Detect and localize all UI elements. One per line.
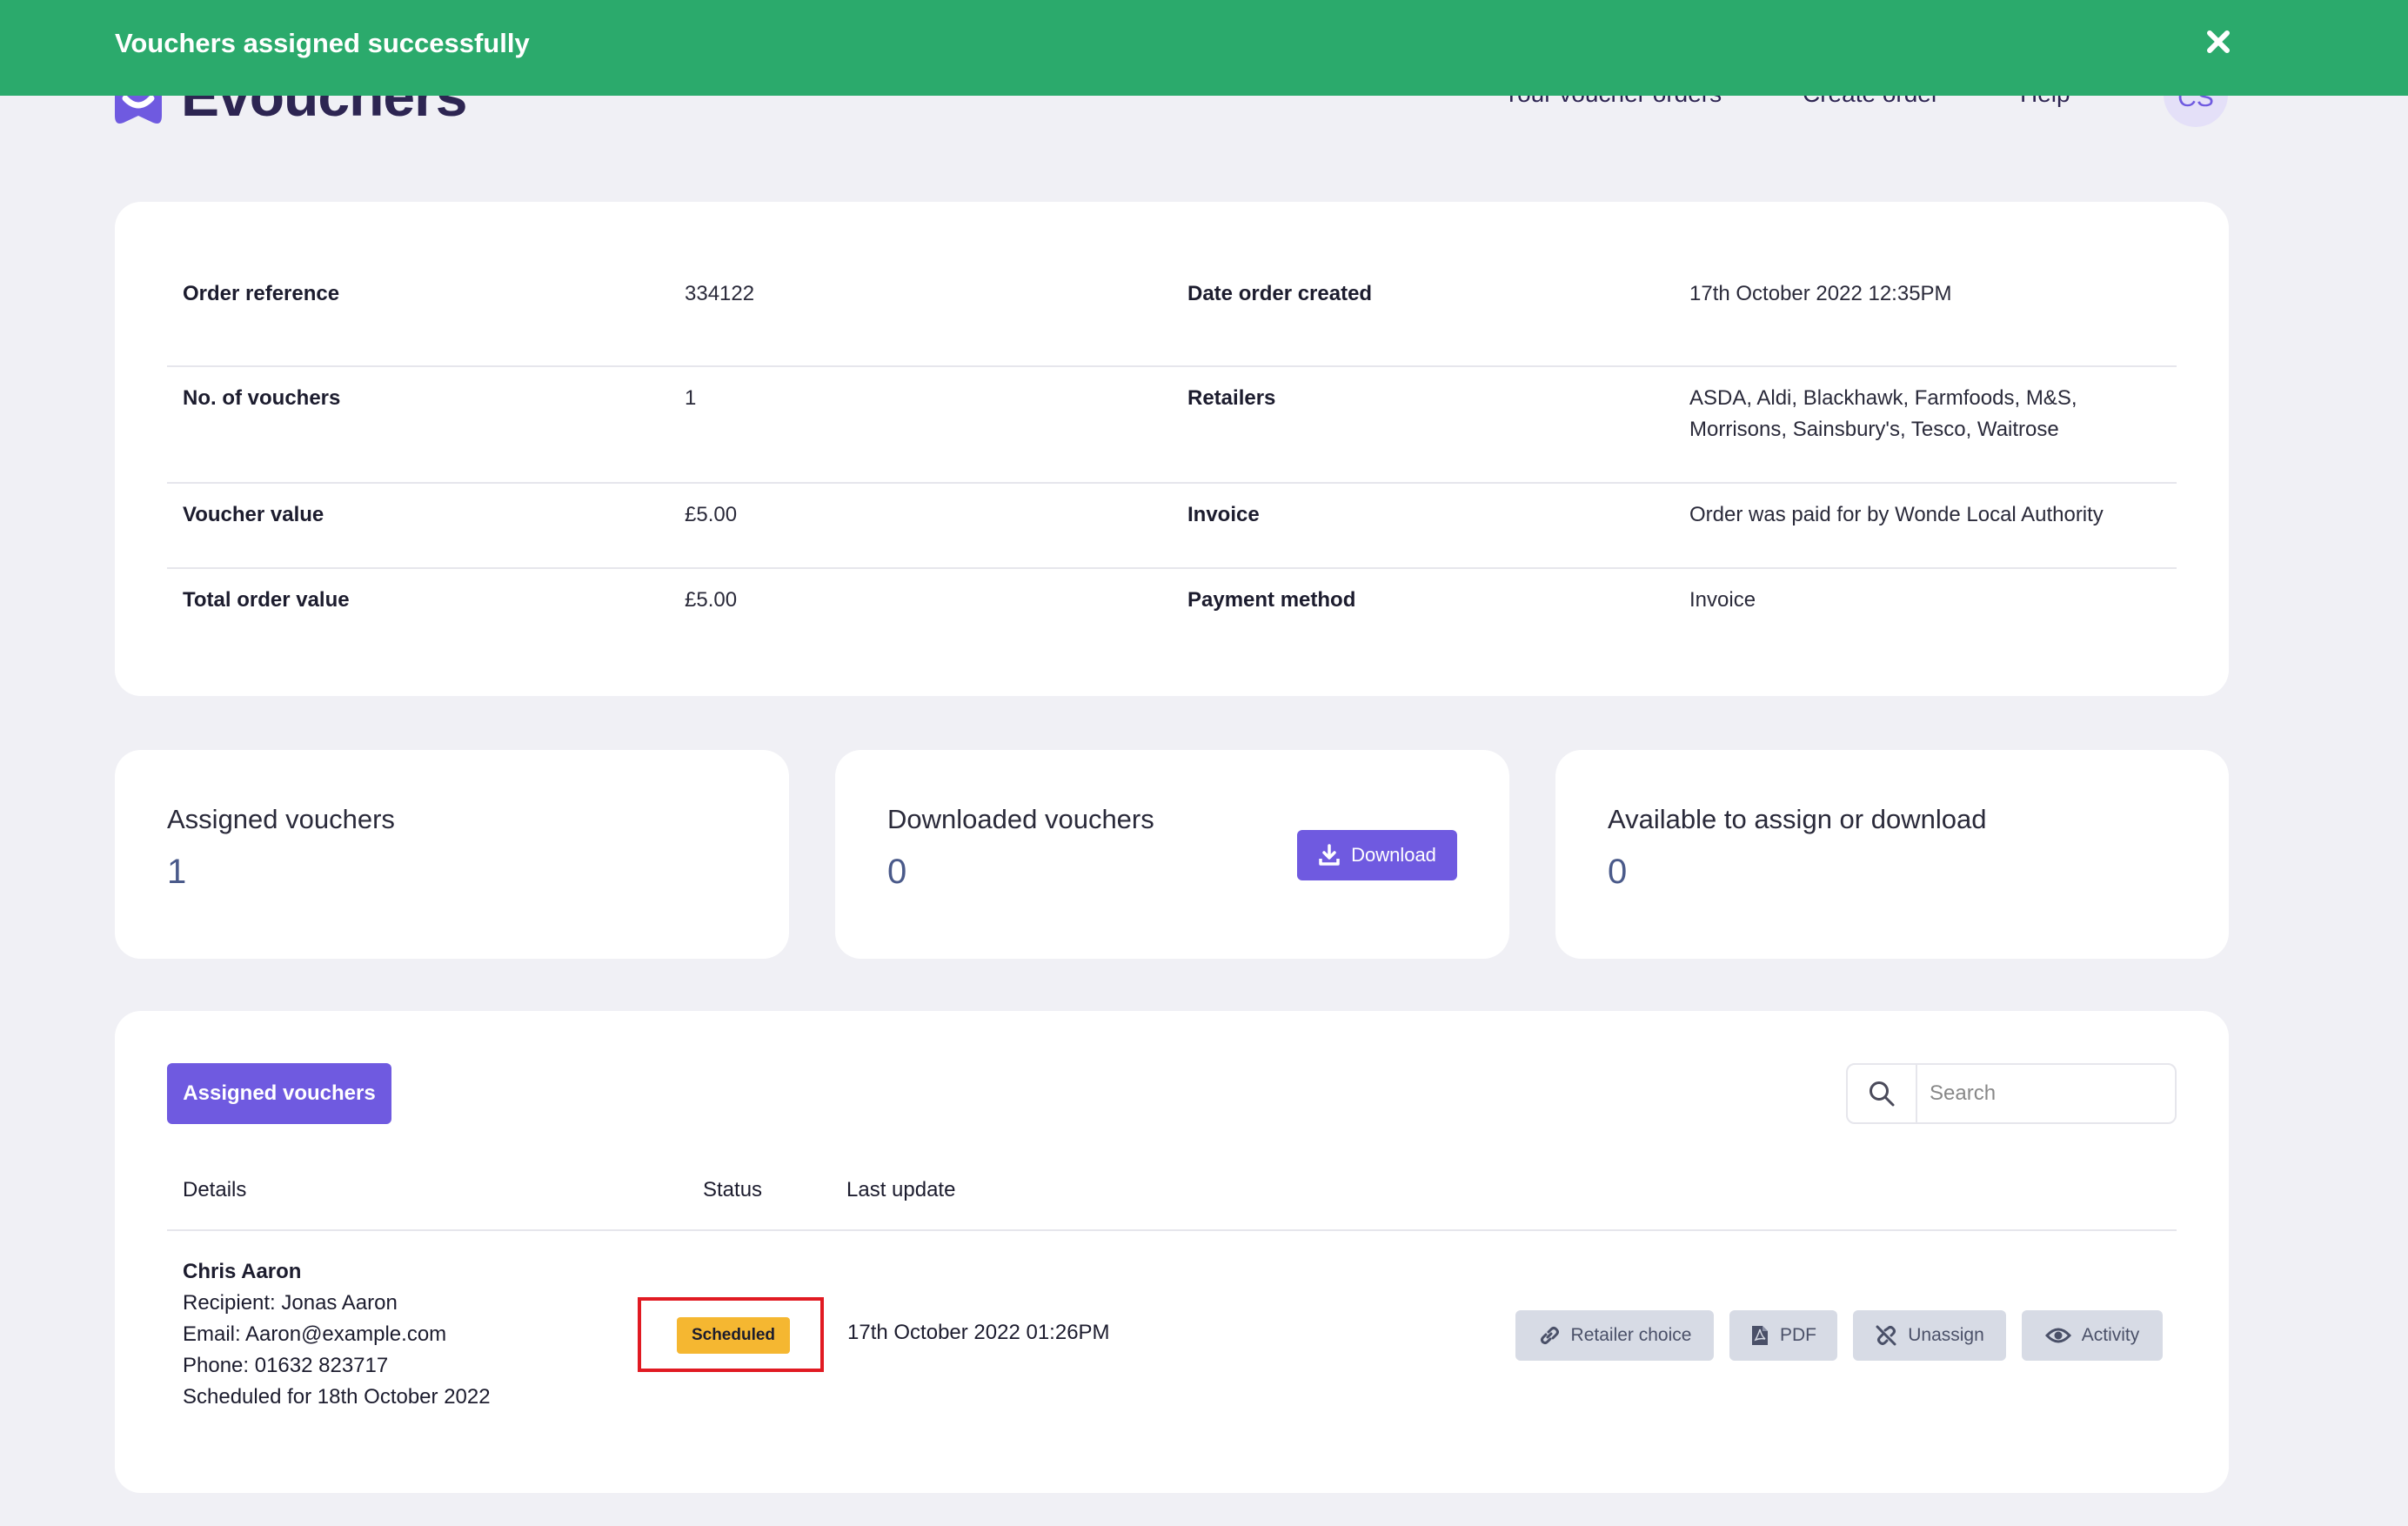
stat-title: Available to assign or download xyxy=(1608,804,1987,834)
available-vouchers-stat-card: Available to assign or download 0 xyxy=(1555,750,2229,959)
pdf-file-icon xyxy=(1752,1326,1768,1345)
retailers-label: Retailers xyxy=(1187,386,1276,410)
details-row: Voucher value £5.00 Invoice Order was pa… xyxy=(167,482,2177,569)
assigned-vouchers-stat-card: Assigned vouchers 1 xyxy=(115,750,789,959)
tab-assigned-vouchers[interactable]: Assigned vouchers xyxy=(167,1063,391,1124)
voucher-value-value: £5.00 xyxy=(685,503,738,526)
download-button-label: Download xyxy=(1351,844,1436,866)
vouchers-table-card: Assigned vouchers Details Status Last up… xyxy=(115,1011,2229,1493)
total-order-value-label: Total order value xyxy=(183,588,350,612)
column-header-details: Details xyxy=(183,1178,247,1201)
pdf-label: PDF xyxy=(1780,1325,1816,1345)
total-order-value-value: £5.00 xyxy=(685,588,738,612)
unassign-button[interactable]: Unassign xyxy=(1853,1310,2006,1361)
search-icon xyxy=(1848,1065,1917,1122)
unassign-label: Unassign xyxy=(1908,1325,1984,1345)
num-vouchers-value: 1 xyxy=(685,386,697,410)
order-details-card: Order reference 334122 Date order create… xyxy=(115,202,2229,696)
downloaded-vouchers-stat-card: Downloaded vouchers 0 Download xyxy=(835,750,1509,959)
stat-value: 0 xyxy=(887,853,907,891)
date-created-label: Date order created xyxy=(1187,282,1373,305)
voucher-value-label: Voucher value xyxy=(183,503,324,526)
details-row: Total order value £5.00 Payment method I… xyxy=(167,567,2177,637)
invoice-value: Order was paid for by Wonde Local Author… xyxy=(1689,503,2104,526)
status-highlight-box xyxy=(638,1297,824,1372)
download-icon xyxy=(1319,844,1340,866)
last-update-value: 17th October 2022 01:26PM xyxy=(847,1321,1110,1344)
stat-title: Downloaded vouchers xyxy=(887,804,1154,834)
close-icon[interactable] xyxy=(2199,23,2237,61)
search-input[interactable] xyxy=(1928,1074,2166,1114)
eye-icon xyxy=(2044,1328,2071,1343)
stat-value: 1 xyxy=(167,853,187,891)
retailers-value-line1: ASDA, Aldi, Blackhawk, Farmfoods, M&S, xyxy=(1689,386,2077,410)
retailer-choice-button[interactable]: Retailer choice xyxy=(1515,1310,1714,1361)
invoice-label: Invoice xyxy=(1187,503,1260,526)
activity-button[interactable]: Activity xyxy=(2022,1310,2163,1361)
recipient-text: Recipient: Jonas Aaron xyxy=(183,1291,398,1315)
stat-value: 0 xyxy=(1608,853,1628,891)
download-button[interactable]: Download xyxy=(1297,830,1457,880)
scheduled-for-text: Scheduled for 18th October 2022 xyxy=(183,1385,491,1409)
unlink-icon xyxy=(1876,1325,1896,1346)
retailers-value-line2: Morrisons, Sainsbury's, Tesco, Waitrose xyxy=(1689,418,2059,441)
search-box[interactable] xyxy=(1846,1063,2177,1124)
voucher-holder-name: Chris Aaron xyxy=(183,1260,302,1283)
date-created-value: 17th October 2022 12:35PM xyxy=(1689,282,1952,305)
link-icon xyxy=(1540,1327,1559,1344)
phone-text: Phone: 01632 823717 xyxy=(183,1354,389,1377)
payment-method-value: Invoice xyxy=(1689,588,1756,612)
retailer-choice-label: Retailer choice xyxy=(1570,1325,1692,1345)
toast-message: Vouchers assigned successfully xyxy=(115,28,530,58)
success-toast: Vouchers assigned successfully xyxy=(0,0,2408,96)
num-vouchers-label: No. of vouchers xyxy=(183,386,341,410)
stat-title: Assigned vouchers xyxy=(167,804,395,834)
order-reference-value: 334122 xyxy=(685,282,755,305)
table-header-divider xyxy=(167,1229,2177,1231)
pdf-button[interactable]: PDF xyxy=(1729,1310,1837,1361)
activity-label: Activity xyxy=(2081,1325,2140,1345)
details-row: No. of vouchers 1 Retailers ASDA, Aldi, … xyxy=(167,365,2177,484)
order-reference-label: Order reference xyxy=(183,282,340,305)
column-header-last-update: Last update xyxy=(846,1178,956,1201)
column-header-status: Status xyxy=(703,1178,763,1201)
payment-method-label: Payment method xyxy=(1187,588,1356,612)
details-row: Order reference 334122 Date order create… xyxy=(167,278,2177,367)
email-text: Email: Aaron@example.com xyxy=(183,1322,447,1346)
